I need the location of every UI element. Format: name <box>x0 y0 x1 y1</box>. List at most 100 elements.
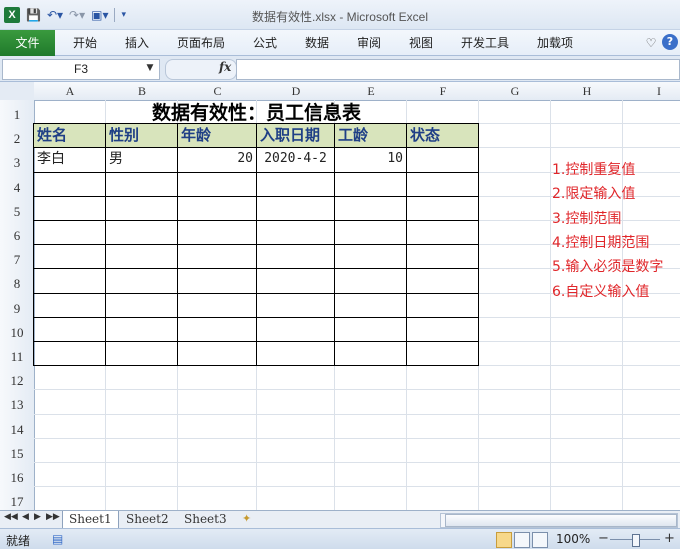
sheet-tab-sheet1[interactable]: Sheet1 <box>62 511 119 529</box>
page-layout-view-icon[interactable] <box>514 532 530 548</box>
empty-cell[interactable] <box>257 245 335 270</box>
row-header-15[interactable]: 15 <box>0 438 35 464</box>
table-cell[interactable]: 2020-4-2 <box>257 148 335 173</box>
empty-cell[interactable] <box>178 221 257 246</box>
normal-view-icon[interactable] <box>496 532 512 548</box>
empty-cell[interactable] <box>407 269 479 294</box>
column-header-g[interactable]: G <box>479 82 552 101</box>
table-header-cell[interactable]: 年龄 <box>178 124 257 149</box>
row-header-17[interactable]: 17 <box>0 487 35 510</box>
empty-cell[interactable] <box>407 172 479 197</box>
formula-input[interactable] <box>236 59 680 80</box>
empty-cell[interactable] <box>34 269 106 294</box>
empty-cell[interactable] <box>34 342 106 367</box>
tab-data[interactable]: 数据 <box>305 30 329 56</box>
empty-cell[interactable] <box>335 269 407 294</box>
empty-cell[interactable] <box>178 196 257 221</box>
validation-note-item[interactable]: 3.控制范围 <box>552 208 621 228</box>
empty-cell[interactable] <box>106 269 178 294</box>
sheet-tab-sheet3[interactable]: Sheet3 <box>178 511 233 528</box>
validation-note-item[interactable]: 1.控制重复值 <box>552 159 635 179</box>
empty-cell[interactable] <box>407 196 479 221</box>
empty-cell[interactable] <box>257 317 335 342</box>
row-header-6[interactable]: 6 <box>0 221 35 247</box>
empty-cell[interactable] <box>407 342 479 367</box>
row-header-11[interactable]: 11 <box>0 342 35 368</box>
empty-cell[interactable] <box>178 317 257 342</box>
column-header-i[interactable]: I <box>623 82 680 101</box>
empty-cell[interactable] <box>106 317 178 342</box>
empty-cell[interactable] <box>335 172 407 197</box>
table-cell[interactable]: 李白 <box>34 148 106 173</box>
row-header-5[interactable]: 5 <box>0 196 35 222</box>
empty-cell[interactable] <box>34 196 106 221</box>
macro-record-icon[interactable]: ▤ <box>52 532 63 546</box>
horizontal-scroll-thumb[interactable] <box>445 514 677 527</box>
empty-cell[interactable] <box>335 245 407 270</box>
column-header-b[interactable]: B <box>106 82 179 101</box>
tab-review[interactable]: 审阅 <box>357 30 381 56</box>
empty-cell[interactable] <box>178 293 257 318</box>
prev-sheet-nav-icon[interactable]: ◀ <box>22 512 29 522</box>
empty-cell[interactable] <box>106 196 178 221</box>
empty-cell[interactable] <box>407 221 479 246</box>
empty-cell[interactable] <box>178 342 257 367</box>
table-header-cell[interactable]: 状态 <box>407 124 479 149</box>
empty-cell[interactable] <box>257 196 335 221</box>
tab-formulas[interactable]: 公式 <box>253 30 277 56</box>
row-header-9[interactable]: 9 <box>0 293 35 319</box>
row-header-16[interactable]: 16 <box>0 463 35 489</box>
column-header-h[interactable]: H <box>551 82 624 101</box>
column-header-e[interactable]: E <box>335 82 408 101</box>
table-cell[interactable] <box>407 148 479 173</box>
column-header-a[interactable]: A <box>34 82 107 101</box>
insert-sheet-icon[interactable]: ✦ <box>242 512 251 525</box>
empty-cell[interactable] <box>106 172 178 197</box>
name-box-dropdown-icon[interactable]: ▼ <box>143 59 157 78</box>
empty-cell[interactable] <box>335 221 407 246</box>
row-header-4[interactable]: 4 <box>0 172 35 198</box>
next-sheet-nav-icon[interactable]: ▶ <box>34 512 41 522</box>
row-header-7[interactable]: 7 <box>0 245 35 271</box>
empty-cell[interactable] <box>257 269 335 294</box>
row-header-12[interactable]: 12 <box>0 366 35 392</box>
zoom-level[interactable]: 100% <box>556 532 590 546</box>
empty-cell[interactable] <box>407 245 479 270</box>
empty-cell[interactable] <box>407 317 479 342</box>
name-box[interactable]: F3 <box>2 59 160 80</box>
empty-cell[interactable] <box>257 293 335 318</box>
table-cell[interactable]: 20 <box>178 148 257 173</box>
table-title[interactable]: 数据有效性：员工信息表 <box>34 100 479 124</box>
empty-cell[interactable] <box>257 342 335 367</box>
empty-cell[interactable] <box>335 317 407 342</box>
zoom-out-icon[interactable]: − <box>598 531 609 546</box>
zoom-in-icon[interactable]: + <box>664 531 675 546</box>
page-break-view-icon[interactable] <box>532 532 548 548</box>
tab-insert[interactable]: 插入 <box>125 30 149 56</box>
row-header-1[interactable]: 1 <box>0 100 35 126</box>
tab-view[interactable]: 视图 <box>409 30 433 56</box>
empty-cell[interactable] <box>178 269 257 294</box>
table-header-cell[interactable]: 姓名 <box>34 124 106 149</box>
row-header-3[interactable]: 3 <box>0 148 35 174</box>
table-cell[interactable]: 男 <box>106 148 178 173</box>
table-header-cell[interactable]: 工龄 <box>335 124 407 149</box>
empty-cell[interactable] <box>106 342 178 367</box>
validation-note-item[interactable]: 6.自定义输入值 <box>552 281 649 301</box>
empty-cell[interactable] <box>106 221 178 246</box>
table-header-cell[interactable]: 入职日期 <box>257 124 335 149</box>
validation-note-item[interactable]: 5.输入必须是数字 <box>552 256 663 276</box>
select-all-corner[interactable] <box>0 82 35 101</box>
table-cell[interactable]: 10 <box>335 148 407 173</box>
first-sheet-nav-icon[interactable]: ◀◀ <box>4 512 18 522</box>
row-header-2[interactable]: 2 <box>0 124 35 150</box>
column-header-d[interactable]: D <box>257 82 336 101</box>
empty-cell[interactable] <box>34 172 106 197</box>
row-header-8[interactable]: 8 <box>0 269 35 295</box>
empty-cell[interactable] <box>34 245 106 270</box>
empty-cell[interactable] <box>257 221 335 246</box>
empty-cell[interactable] <box>335 293 407 318</box>
empty-cell[interactable] <box>34 317 106 342</box>
empty-cell[interactable] <box>178 172 257 197</box>
validation-note-item[interactable]: 4.控制日期范围 <box>552 232 649 252</box>
